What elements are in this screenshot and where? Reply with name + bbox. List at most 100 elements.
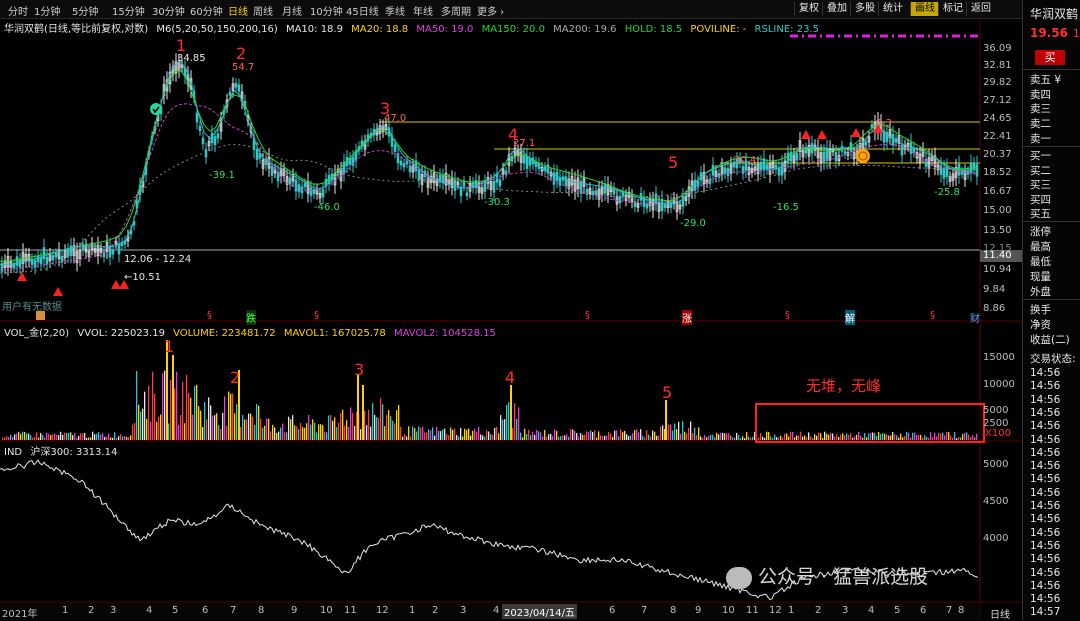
volume-bar [742,436,744,440]
ind-name: 沪深300: 3313.14 [30,447,118,458]
volume-bar [228,391,230,440]
turnover-label: 换手 [1030,304,1051,316]
volume-bar [964,432,966,440]
tick-time: 14:56 [1030,593,1061,606]
trough-label: -46.0 [314,202,340,213]
event-marker[interactable]: 涨 [682,310,692,325]
price-tick: 27.12 [983,95,1012,106]
volume-bar [524,428,526,440]
volume-bar [590,430,592,440]
volume-bar [102,433,104,440]
volume-bar [746,431,748,440]
volume-bar [50,435,52,440]
volume-bar [682,421,684,440]
volume-bar [362,385,364,440]
candle-body [303,182,307,187]
volume-bar [432,427,434,440]
volume-bar [656,435,658,440]
volume-bar [912,432,914,440]
tick-time: 14:56 [1030,579,1061,592]
buy-signal-marker [111,280,121,289]
current-price: 19.56 [1030,26,1068,40]
candle-body [312,189,316,195]
volume-bar [558,436,560,440]
volume-bar [834,436,836,440]
volume-bar [764,437,766,440]
candle-body [405,160,409,165]
volume-bar [480,434,482,440]
event-marker[interactable]: § [785,310,790,321]
volume-bar [92,431,94,440]
event-marker[interactable]: 跌 [246,310,256,325]
volume-bar [772,438,774,440]
volume-bar [28,433,30,440]
volume-bar [34,436,36,440]
x-tick: 4 [493,605,500,616]
volume-bar [540,432,542,440]
volume-bar [896,435,898,440]
volume-bar [402,436,404,440]
candle-body [408,165,412,173]
volume-bar [966,432,968,440]
volume-bar [184,423,186,440]
candle-body [213,136,217,146]
volume-bar [350,407,352,440]
mavol2-value: MAVOL2: 104528.15 [393,328,496,339]
watermark: 公众号 · 猛兽派选股 [726,562,928,589]
event-marker[interactable]: 财 [970,310,980,325]
volume-bar [218,425,220,440]
volume-bar [142,408,144,440]
volume-bar [752,436,754,440]
mavol1-value: MAVOL1: 167025.78 [283,328,386,339]
volume-bar [452,429,454,440]
candle-body [795,153,799,161]
volume-bar [758,437,760,440]
candle-body [234,82,238,88]
volume-bar [532,431,534,440]
volume-bar [884,433,886,440]
volume-bar [796,435,798,440]
volume-bar [14,434,16,440]
kline-chart[interactable] [0,0,1022,620]
volume-bar [252,416,254,440]
volume-bar [556,430,558,440]
volume-bar [112,437,114,440]
volume-bar [786,433,788,440]
event-marker[interactable]: § [207,310,212,321]
buy-button[interactable]: 买 [1035,50,1065,65]
x-tick: 12 [376,605,389,616]
x-tick: 5 [172,605,179,616]
buy-signal-marker [17,272,27,281]
ind-title[interactable]: IND [4,447,22,458]
event-marker[interactable]: § [314,310,319,321]
candle-body [15,256,19,266]
volume-bar [646,430,648,440]
candle-body [210,132,214,144]
price-series [0,53,979,279]
vol-unit: X100 [985,428,1011,439]
volume-bar [616,430,618,440]
volume-bar [718,434,720,440]
volume-bar [536,429,538,440]
volume-bar [550,433,552,440]
period-indicator[interactable]: 日线 [990,606,1010,621]
volume-bar [520,432,522,440]
volume-bar [396,410,398,440]
candle-body [297,184,301,192]
volume-bar [108,433,110,440]
event-marker[interactable]: § [585,310,590,321]
volume-bar [312,419,314,440]
event-marker[interactable]: 解 [845,310,855,325]
tick-time: 14:56 [1030,473,1061,486]
volume-bar [36,432,38,440]
candle-body [669,201,673,208]
volume-bar [904,435,906,440]
event-marker[interactable]: § [930,310,935,321]
bid-3-label: 买三 [1030,179,1051,191]
volume-bar [748,436,750,440]
volume-bar [588,432,590,440]
check-icon [150,103,162,115]
index-indicator-header: IND 沪深300: 3313.14 [4,443,122,458]
event-marker-icon[interactable] [36,311,45,320]
vol-title[interactable]: VOL_金(2,20) [4,328,69,339]
